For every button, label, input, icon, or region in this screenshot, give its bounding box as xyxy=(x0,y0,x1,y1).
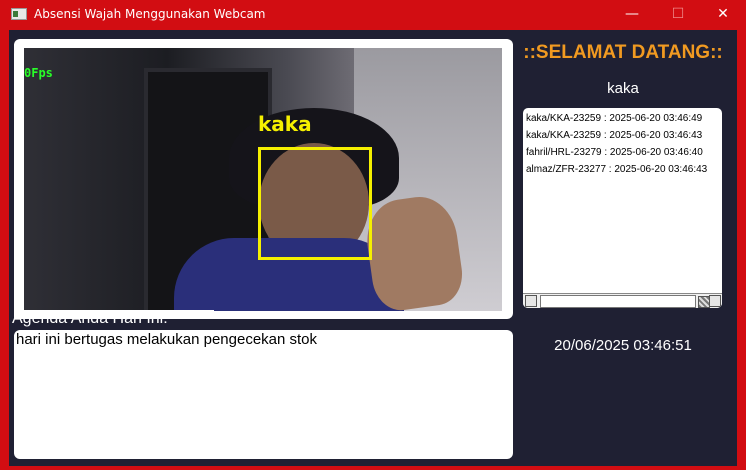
maximize-button[interactable]: ☐ xyxy=(655,0,701,28)
minimize-button[interactable]: — xyxy=(609,0,655,28)
list-item[interactable]: fahril/HRL-23279 : 2025-06-20 03:46:40 xyxy=(523,144,707,161)
list-item[interactable]: kaka/KKA-23259 : 2025-06-20 03:46:43 xyxy=(523,127,707,144)
attendance-log-list[interactable]: kaka/KKA-23259 : 2025-06-20 03:46:49 kak… xyxy=(523,108,722,308)
scroll-left-button[interactable] xyxy=(525,295,537,307)
face-label: kaka xyxy=(258,112,312,136)
list-item[interactable]: almaz/ZFR-23277 : 2025-06-20 03:46:43 xyxy=(523,161,707,178)
app-icon xyxy=(11,8,27,20)
list-item[interactable]: kaka/KKA-23259 : 2025-06-20 03:46:49 xyxy=(523,110,707,127)
title-bar[interactable]: Absensi Wajah Menggunakan Webcam — ☐ ✕ xyxy=(0,0,746,28)
welcome-heading: ::SELAMAT DATANG:: xyxy=(523,42,723,63)
webcam-feed: 0Fps kaka xyxy=(24,48,502,311)
horizontal-scrollbar[interactable] xyxy=(523,293,722,308)
close-button[interactable]: ✕ xyxy=(700,0,746,28)
agenda-text: hari ini bertugas melakukan pengecekan s… xyxy=(16,331,318,348)
agenda-label: Agenda Anda Hari Ini: xyxy=(12,310,168,327)
recognized-user-name: kaka xyxy=(607,80,639,97)
fps-counter: 0Fps xyxy=(24,66,53,80)
datetime-display: 20/06/2025 03:46:51 xyxy=(554,337,692,354)
scroll-right-button[interactable] xyxy=(709,295,721,307)
face-detection-box xyxy=(258,147,372,260)
app-window: Absensi Wajah Menggunakan Webcam — ☐ ✕ 0… xyxy=(0,0,746,470)
window-title: Absensi Wajah Menggunakan Webcam xyxy=(34,7,266,21)
agenda-textbox[interactable] xyxy=(14,330,513,459)
scrollbar-track[interactable] xyxy=(540,295,696,308)
